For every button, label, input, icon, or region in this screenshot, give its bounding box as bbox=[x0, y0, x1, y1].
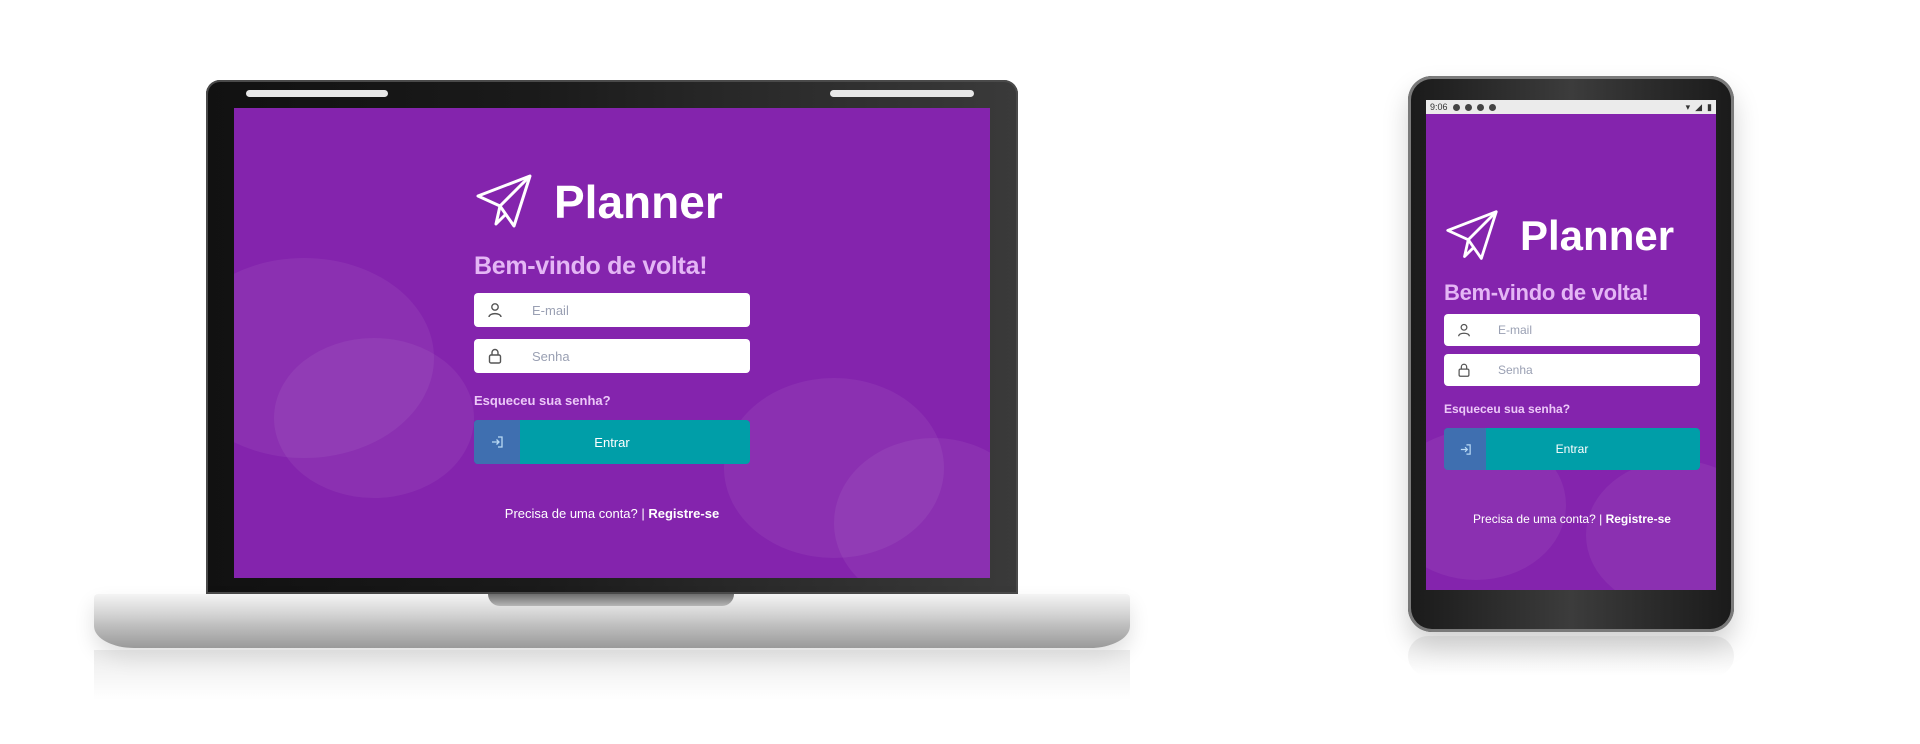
battery-icon: ▮ bbox=[1707, 101, 1712, 112]
signup-row: Precisa de uma conta? | Registre-se bbox=[474, 506, 750, 521]
signup-row: Precisa de uma conta? | Registre-se bbox=[1444, 512, 1700, 526]
password-field[interactable] bbox=[1444, 354, 1700, 386]
notification-icon bbox=[1464, 103, 1472, 111]
settings-icon bbox=[1452, 103, 1460, 111]
email-input[interactable] bbox=[474, 301, 750, 319]
phone-status-bar: 9:06 ▾ ◢ ▮ bbox=[1426, 100, 1716, 114]
user-icon bbox=[1456, 322, 1472, 338]
shield-icon bbox=[1476, 103, 1484, 111]
sync-icon bbox=[1488, 103, 1496, 111]
lock-icon bbox=[486, 347, 504, 365]
paper-plane-icon bbox=[476, 174, 532, 228]
brand-header: Planner bbox=[474, 172, 750, 232]
password-input[interactable] bbox=[474, 347, 750, 365]
phone-screen: 9:06 ▾ ◢ ▮ Planner Bem-vindo de volta! E… bbox=[1426, 100, 1716, 590]
login-arrow-icon bbox=[1444, 428, 1486, 470]
app-title: Planner bbox=[1520, 212, 1675, 259]
laptop-notch bbox=[488, 594, 734, 606]
signup-prompt: Precisa de uma conta? | bbox=[1473, 512, 1603, 526]
login-form: Planner Bem-vindo de volta! Esqueceu sua… bbox=[474, 172, 750, 521]
enter-button[interactable]: Entrar bbox=[474, 420, 750, 464]
status-time: 9:06 bbox=[1430, 102, 1448, 112]
enter-button-label: Entrar bbox=[1555, 442, 1589, 456]
brand-header: Planner bbox=[1444, 208, 1700, 264]
laptop-bezel-highlight bbox=[246, 90, 388, 97]
user-icon bbox=[486, 301, 504, 319]
laptop-screen: Planner Bem-vindo de volta! Esqueceu sua… bbox=[234, 108, 990, 578]
lock-icon bbox=[1456, 362, 1472, 378]
phone-reflection bbox=[1408, 636, 1734, 676]
password-field[interactable] bbox=[474, 339, 750, 373]
login-form: Planner Bem-vindo de volta! Esqueceu sua… bbox=[1444, 208, 1700, 526]
background-cloud bbox=[274, 338, 474, 498]
email-field[interactable] bbox=[474, 293, 750, 327]
paper-plane-icon bbox=[1446, 210, 1498, 260]
password-input[interactable] bbox=[1444, 362, 1700, 378]
enter-button[interactable]: Entrar bbox=[1444, 428, 1700, 470]
welcome-heading: Bem-vindo de volta! bbox=[1444, 280, 1649, 305]
laptop-reflection bbox=[94, 650, 1130, 700]
wifi-icon: ▾ bbox=[1685, 101, 1691, 112]
email-field[interactable] bbox=[1444, 314, 1700, 346]
signup-link[interactable]: Registre-se bbox=[1606, 512, 1671, 526]
signup-prompt: Precisa de uma conta? | bbox=[504, 506, 645, 521]
forgot-password-link[interactable]: Esqueceu sua senha? bbox=[1444, 402, 1700, 416]
laptop-bezel-highlight bbox=[830, 90, 974, 97]
forgot-password-link[interactable]: Esqueceu sua senha? bbox=[474, 393, 750, 408]
signal-icon: ◢ bbox=[1695, 101, 1703, 112]
email-input[interactable] bbox=[1444, 322, 1700, 338]
login-arrow-icon bbox=[474, 420, 520, 464]
enter-button-label: Entrar bbox=[594, 434, 630, 450]
welcome-heading: Bem-vindo de volta! bbox=[474, 252, 708, 280]
signup-link[interactable]: Registre-se bbox=[648, 506, 719, 521]
app-title: Planner bbox=[554, 176, 723, 228]
